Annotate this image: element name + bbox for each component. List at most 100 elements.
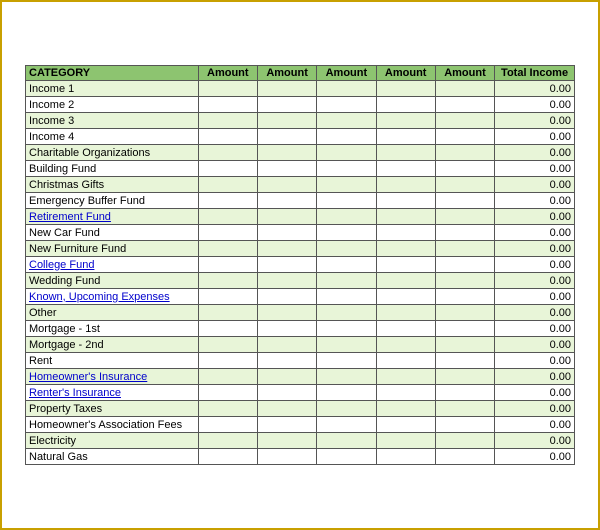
- amount-cell-5[interactable]: [435, 337, 494, 353]
- category-cell[interactable]: Renter's Insurance: [26, 385, 199, 401]
- amount-cell-4[interactable]: [376, 161, 435, 177]
- amount-cell-3[interactable]: [317, 257, 376, 273]
- amount-cell-5[interactable]: [435, 449, 494, 465]
- amount-cell-5[interactable]: [435, 401, 494, 417]
- category-link[interactable]: Renter's Insurance: [29, 387, 121, 399]
- amount-cell-5[interactable]: [435, 129, 494, 145]
- amount-cell-2[interactable]: [257, 417, 316, 433]
- amount-cell-4[interactable]: [376, 401, 435, 417]
- amount-cell-4[interactable]: [376, 353, 435, 369]
- amount-cell-5[interactable]: [435, 257, 494, 273]
- amount-cell-5[interactable]: [435, 97, 494, 113]
- amount-cell-1[interactable]: [198, 273, 257, 289]
- amount-cell-3[interactable]: [317, 369, 376, 385]
- amount-cell-2[interactable]: [257, 305, 316, 321]
- category-cell[interactable]: Retirement Fund: [26, 209, 199, 225]
- category-cell[interactable]: Known, Upcoming Expenses: [26, 289, 199, 305]
- amount-cell-4[interactable]: [376, 321, 435, 337]
- amount-cell-3[interactable]: [317, 433, 376, 449]
- amount-cell-5[interactable]: [435, 369, 494, 385]
- amount-cell-3[interactable]: [317, 305, 376, 321]
- amount-cell-2[interactable]: [257, 433, 316, 449]
- amount-cell-1[interactable]: [198, 321, 257, 337]
- amount-cell-4[interactable]: [376, 369, 435, 385]
- amount-cell-1[interactable]: [198, 353, 257, 369]
- amount-cell-5[interactable]: [435, 161, 494, 177]
- amount-cell-2[interactable]: [257, 385, 316, 401]
- amount-cell-4[interactable]: [376, 81, 435, 97]
- amount-cell-5[interactable]: [435, 145, 494, 161]
- amount-cell-5[interactable]: [435, 385, 494, 401]
- amount-cell-5[interactable]: [435, 433, 494, 449]
- amount-cell-5[interactable]: [435, 81, 494, 97]
- amount-cell-3[interactable]: [317, 177, 376, 193]
- amount-cell-5[interactable]: [435, 321, 494, 337]
- amount-cell-1[interactable]: [198, 337, 257, 353]
- amount-cell-3[interactable]: [317, 225, 376, 241]
- amount-cell-2[interactable]: [257, 273, 316, 289]
- amount-cell-1[interactable]: [198, 433, 257, 449]
- amount-cell-5[interactable]: [435, 241, 494, 257]
- amount-cell-5[interactable]: [435, 193, 494, 209]
- amount-cell-3[interactable]: [317, 449, 376, 465]
- amount-cell-2[interactable]: [257, 193, 316, 209]
- amount-cell-1[interactable]: [198, 417, 257, 433]
- amount-cell-1[interactable]: [198, 369, 257, 385]
- amount-cell-3[interactable]: [317, 273, 376, 289]
- amount-cell-4[interactable]: [376, 225, 435, 241]
- amount-cell-4[interactable]: [376, 193, 435, 209]
- amount-cell-2[interactable]: [257, 353, 316, 369]
- amount-cell-3[interactable]: [317, 289, 376, 305]
- amount-cell-1[interactable]: [198, 289, 257, 305]
- amount-cell-3[interactable]: [317, 385, 376, 401]
- amount-cell-5[interactable]: [435, 209, 494, 225]
- amount-cell-5[interactable]: [435, 417, 494, 433]
- amount-cell-2[interactable]: [257, 225, 316, 241]
- amount-cell-4[interactable]: [376, 209, 435, 225]
- amount-cell-1[interactable]: [198, 401, 257, 417]
- amount-cell-2[interactable]: [257, 97, 316, 113]
- amount-cell-4[interactable]: [376, 145, 435, 161]
- amount-cell-5[interactable]: [435, 353, 494, 369]
- amount-cell-1[interactable]: [198, 129, 257, 145]
- amount-cell-1[interactable]: [198, 257, 257, 273]
- amount-cell-4[interactable]: [376, 257, 435, 273]
- amount-cell-2[interactable]: [257, 81, 316, 97]
- amount-cell-3[interactable]: [317, 97, 376, 113]
- amount-cell-3[interactable]: [317, 161, 376, 177]
- amount-cell-3[interactable]: [317, 401, 376, 417]
- amount-cell-2[interactable]: [257, 321, 316, 337]
- amount-cell-2[interactable]: [257, 161, 316, 177]
- amount-cell-2[interactable]: [257, 129, 316, 145]
- category-link[interactable]: Homeowner's Insurance: [29, 371, 147, 383]
- amount-cell-3[interactable]: [317, 81, 376, 97]
- amount-cell-5[interactable]: [435, 113, 494, 129]
- amount-cell-4[interactable]: [376, 241, 435, 257]
- amount-cell-2[interactable]: [257, 369, 316, 385]
- amount-cell-1[interactable]: [198, 161, 257, 177]
- amount-cell-5[interactable]: [435, 289, 494, 305]
- amount-cell-1[interactable]: [198, 177, 257, 193]
- amount-cell-3[interactable]: [317, 353, 376, 369]
- category-link[interactable]: Retirement Fund: [29, 211, 111, 223]
- amount-cell-3[interactable]: [317, 417, 376, 433]
- amount-cell-4[interactable]: [376, 289, 435, 305]
- amount-cell-1[interactable]: [198, 145, 257, 161]
- amount-cell-1[interactable]: [198, 449, 257, 465]
- amount-cell-4[interactable]: [376, 129, 435, 145]
- amount-cell-1[interactable]: [198, 225, 257, 241]
- amount-cell-1[interactable]: [198, 305, 257, 321]
- amount-cell-1[interactable]: [198, 113, 257, 129]
- amount-cell-5[interactable]: [435, 177, 494, 193]
- amount-cell-4[interactable]: [376, 97, 435, 113]
- amount-cell-4[interactable]: [376, 449, 435, 465]
- amount-cell-4[interactable]: [376, 337, 435, 353]
- amount-cell-1[interactable]: [198, 193, 257, 209]
- amount-cell-3[interactable]: [317, 337, 376, 353]
- amount-cell-5[interactable]: [435, 305, 494, 321]
- amount-cell-2[interactable]: [257, 113, 316, 129]
- amount-cell-2[interactable]: [257, 145, 316, 161]
- amount-cell-1[interactable]: [198, 241, 257, 257]
- amount-cell-1[interactable]: [198, 97, 257, 113]
- amount-cell-4[interactable]: [376, 385, 435, 401]
